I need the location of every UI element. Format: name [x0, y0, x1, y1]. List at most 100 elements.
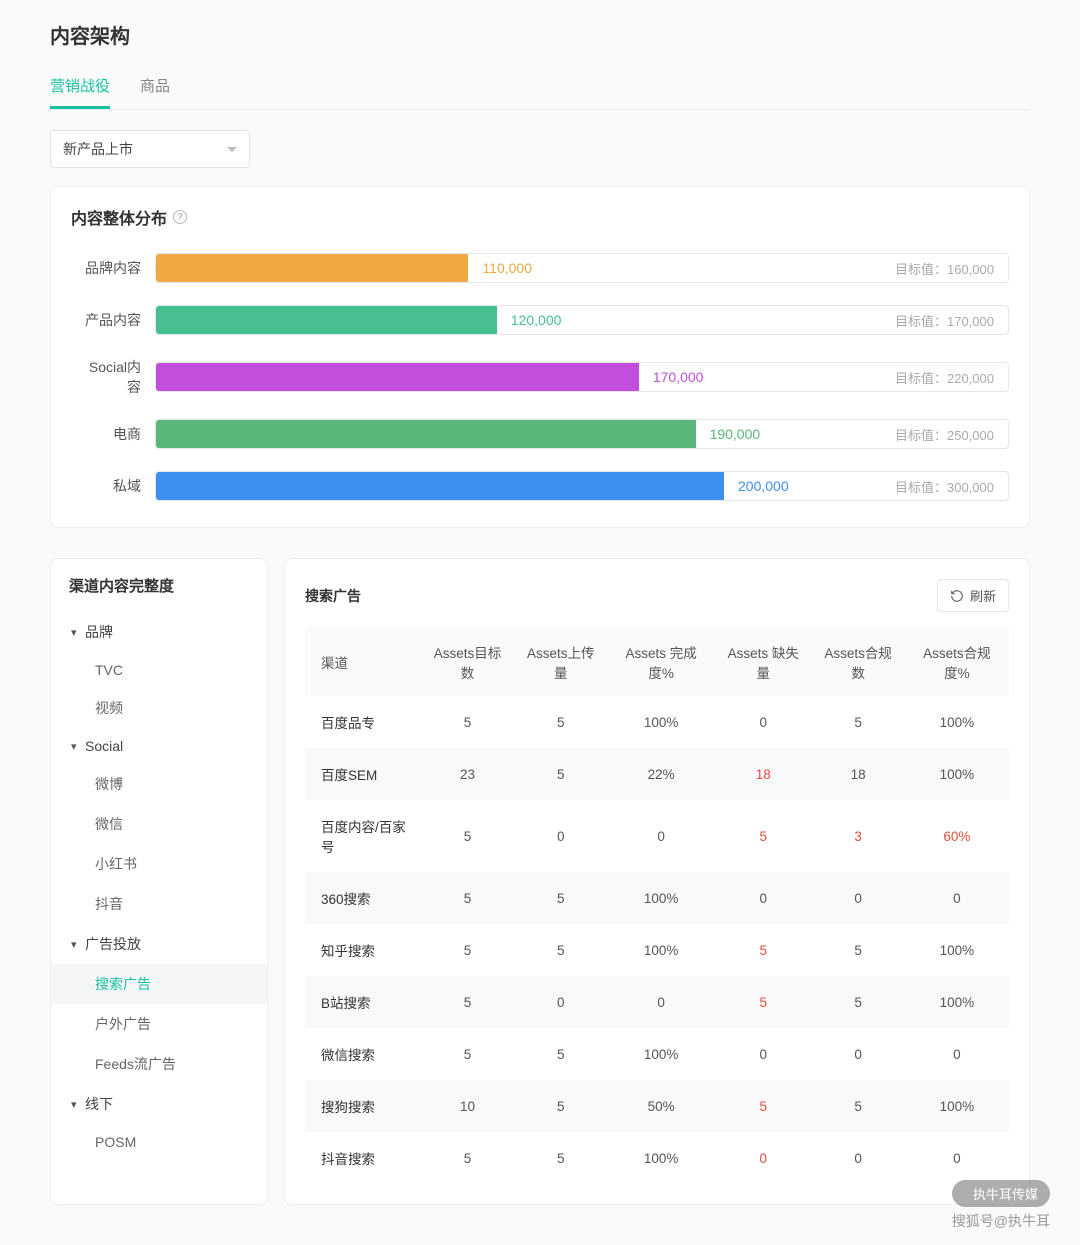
bar-row: Social内容170,000目标值：220,000: [75, 357, 1009, 397]
table-cell: 100%: [607, 1028, 715, 1080]
bar-fill: [156, 306, 497, 334]
table-cell: 60%: [905, 800, 1009, 872]
table-cell-channel: B站搜索: [305, 976, 421, 1028]
tree-item[interactable]: 视频: [51, 688, 267, 728]
bar-target: 目标值：250,000: [895, 425, 994, 444]
tree-item[interactable]: 微博: [51, 764, 267, 804]
table-cell: 0: [607, 800, 715, 872]
table-cell: 0: [812, 1132, 905, 1184]
table-header: Assets 缺失量: [715, 628, 812, 696]
tree-group[interactable]: Social: [51, 728, 267, 764]
table-cell: 5: [812, 976, 905, 1028]
table-cell: 100%: [905, 1080, 1009, 1132]
table-cell: 0: [905, 1028, 1009, 1080]
table-cell: 0: [715, 1132, 812, 1184]
bar-label: 产品内容: [75, 310, 155, 330]
table-row: 知乎搜索55100%55100%: [305, 924, 1009, 976]
tree-item[interactable]: 微信: [51, 804, 267, 844]
refresh-label: 刷新: [970, 586, 996, 605]
overview-card: 内容整体分布 ? 品牌内容110,000目标值：160,000产品内容120,0…: [50, 186, 1030, 528]
refresh-button[interactable]: 刷新: [937, 579, 1009, 612]
table-cell: 5: [421, 1028, 514, 1080]
bar-target: 目标值：160,000: [895, 259, 994, 278]
table-cell: 23: [421, 748, 514, 800]
page-title: 内容架构: [50, 20, 1030, 49]
table-cell: 22%: [607, 748, 715, 800]
table-cell: 5: [421, 872, 514, 924]
bar-row: 产品内容120,000目标值：170,000: [75, 305, 1009, 335]
bar-label: 品牌内容: [75, 258, 155, 278]
table-cell: 5: [421, 800, 514, 872]
bar-fill: [156, 363, 639, 391]
bar-fill: [156, 254, 468, 282]
table-cell: 5: [812, 1080, 905, 1132]
tree-item[interactable]: 搜索广告: [51, 964, 267, 1004]
bar-row: 电商190,000目标值：250,000: [75, 419, 1009, 449]
tree-group[interactable]: 广告投放: [51, 924, 267, 964]
tree-group[interactable]: 品牌: [51, 612, 267, 652]
table-cell: 0: [715, 1028, 812, 1080]
table-cell-channel: 搜狗搜索: [305, 1080, 421, 1132]
table-cell: 5: [514, 748, 607, 800]
table-row: 百度内容/百家号5005360%: [305, 800, 1009, 872]
table-row: 微信搜索55100%000: [305, 1028, 1009, 1080]
tree-item[interactable]: 户外广告: [51, 1004, 267, 1044]
table-cell: 5: [421, 976, 514, 1028]
bar-value: 200,000: [738, 478, 789, 494]
table-title: 搜索广告: [305, 586, 361, 606]
bar-target: 目标值：220,000: [895, 368, 994, 387]
help-icon[interactable]: ?: [173, 210, 187, 224]
table-header: 渠道: [305, 628, 421, 696]
table-cell: 100%: [905, 924, 1009, 976]
tree-item[interactable]: POSM: [51, 1124, 267, 1160]
table-cell: 0: [812, 1028, 905, 1080]
tree-item[interactable]: 抖音: [51, 884, 267, 924]
table-cell: 100%: [905, 696, 1009, 748]
table-cell: 0: [607, 976, 715, 1028]
table-row: 搜狗搜索10550%55100%: [305, 1080, 1009, 1132]
table-cell: 0: [514, 800, 607, 872]
bar-fill: [156, 472, 724, 500]
table-cell: 100%: [905, 748, 1009, 800]
bar-value: 120,000: [511, 312, 562, 328]
channel-tree-panel: 渠道内容完整度 品牌TVC视频Social微博微信小红书抖音广告投放搜索广告户外…: [50, 558, 268, 1205]
overview-title: 内容整体分布: [71, 205, 167, 229]
table-cell: 5: [421, 924, 514, 976]
tree-item[interactable]: 小红书: [51, 844, 267, 884]
table-cell: 5: [514, 924, 607, 976]
campaign-select[interactable]: 新产品上市: [50, 130, 250, 168]
assets-table: 渠道Assets目标数Assets上传量Assets 完成度%Assets 缺失…: [305, 628, 1009, 1184]
table-cell: 50%: [607, 1080, 715, 1132]
bar-track: 120,000目标值：170,000: [155, 305, 1009, 335]
table-cell-channel: 百度内容/百家号: [305, 800, 421, 872]
table-cell-channel: 微信搜索: [305, 1028, 421, 1080]
table-cell: 100%: [607, 696, 715, 748]
bar-value: 110,000: [482, 260, 532, 276]
table-cell: 5: [421, 1132, 514, 1184]
tree-item[interactable]: TVC: [51, 652, 267, 688]
table-panel: 搜索广告 刷新 渠道Assets目标数Assets上传量Assets 完成度%A…: [284, 558, 1030, 1205]
table-row: 抖音搜索55100%000: [305, 1132, 1009, 1184]
table-cell: 0: [514, 976, 607, 1028]
table-cell: 100%: [607, 872, 715, 924]
table-cell-channel: 抖音搜索: [305, 1132, 421, 1184]
table-cell: 5: [514, 1132, 607, 1184]
tree-item[interactable]: Feeds流广告: [51, 1044, 267, 1084]
tab-0[interactable]: 营销战役: [50, 65, 110, 109]
table-cell: 5: [715, 1080, 812, 1132]
table-cell: 5: [514, 872, 607, 924]
tree-group[interactable]: 线下: [51, 1084, 267, 1124]
table-cell: 0: [905, 1132, 1009, 1184]
tree-title: 渠道内容完整度: [51, 575, 267, 612]
table-cell: 0: [715, 872, 812, 924]
table-cell: 18: [715, 748, 812, 800]
table-cell-channel: 百度SEM: [305, 748, 421, 800]
table-cell: 5: [514, 696, 607, 748]
table-cell: 3: [812, 800, 905, 872]
bar-label: 私域: [75, 476, 155, 496]
tab-1[interactable]: 商品: [140, 65, 170, 109]
table-cell: 5: [715, 800, 812, 872]
bar-track: 190,000目标值：250,000: [155, 419, 1009, 449]
bar-track: 170,000目标值：220,000: [155, 362, 1009, 392]
table-header: Assets 完成度%: [607, 628, 715, 696]
